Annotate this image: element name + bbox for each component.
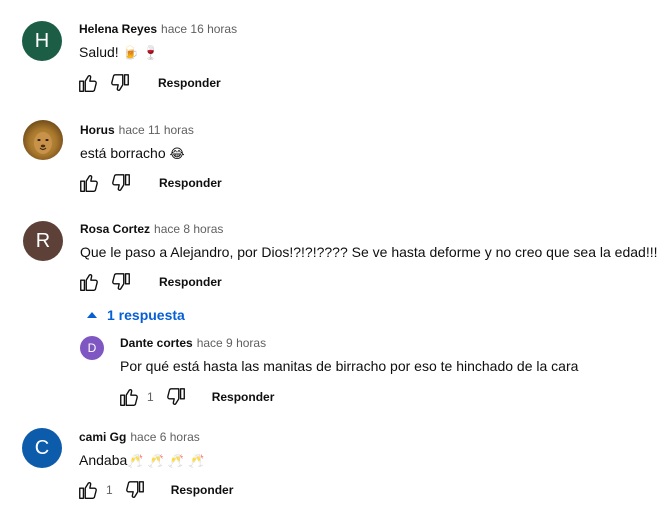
comment-actions: Responder	[76, 71, 221, 95]
like-count: 1	[106, 483, 113, 497]
avatar-letter: H	[34, 29, 50, 52]
reply-header: Dante cortes hace 9 horas	[120, 336, 266, 350]
author-name[interactable]: Horus	[80, 123, 115, 137]
like-button[interactable]	[77, 171, 101, 195]
avatar[interactable]: C	[22, 428, 62, 468]
thumbs-up-icon	[80, 174, 98, 192]
reply-button[interactable]: Responder	[171, 483, 234, 497]
timestamp[interactable]: hace 6 horas	[130, 430, 199, 444]
lion-avatar-icon	[34, 132, 52, 154]
like-button[interactable]	[117, 385, 141, 409]
timestamp[interactable]: hace 11 horas	[119, 123, 194, 137]
dislike-button[interactable]	[164, 385, 188, 409]
like-button[interactable]	[76, 71, 100, 95]
like-count: 1	[147, 390, 154, 404]
comment-text: Que le paso a Alejandro, por Dios!?!?!??…	[80, 244, 658, 260]
thumbs-down-icon	[112, 174, 130, 192]
author-name[interactable]: Rosa Cortez	[80, 222, 150, 236]
thumbs-down-icon	[112, 273, 130, 291]
avatar-letter: D	[87, 341, 97, 355]
dislike-button[interactable]	[108, 71, 132, 95]
dislike-button[interactable]	[109, 270, 133, 294]
comment-header: Rosa Cortez hace 8 horas	[80, 222, 223, 236]
reply-text: Por qué está hasta las manitas de birrac…	[120, 358, 579, 374]
emoji: 🥂 🥂 🥂 🥂	[127, 454, 205, 469]
comment-text: está borracho 😂	[80, 145, 185, 162]
comment-actions: 1 Responder	[76, 478, 233, 502]
comment-actions: Responder	[77, 270, 222, 294]
comment-header: Horus hace 11 horas	[80, 123, 194, 137]
thumbs-up-icon	[79, 481, 97, 499]
comment-text: Salud! 🍺 🍷	[79, 44, 160, 61]
replies-toggle[interactable]: 1 respuesta	[87, 307, 185, 323]
avatar-letter: C	[34, 436, 50, 459]
comment-actions: Responder	[77, 171, 222, 195]
timestamp[interactable]: hace 8 horas	[154, 222, 223, 236]
comment-header: Helena Reyes hace 16 horas	[79, 22, 237, 36]
author-name[interactable]: cami Gg	[79, 430, 126, 444]
avatar[interactable]: H	[22, 21, 62, 61]
reply-button[interactable]: Responder	[159, 176, 222, 190]
reply-button[interactable]: Responder	[212, 390, 275, 404]
avatar[interactable]: R	[23, 221, 63, 261]
like-button[interactable]	[77, 270, 101, 294]
dislike-button[interactable]	[123, 478, 147, 502]
comment-text: Andaba🥂 🥂 🥂 🥂	[79, 452, 205, 469]
thumbs-up-icon	[79, 74, 97, 92]
chevron-up-icon	[87, 312, 97, 318]
timestamp[interactable]: hace 9 horas	[197, 336, 266, 350]
thumbs-down-icon	[125, 481, 144, 499]
like-button[interactable]	[76, 478, 100, 502]
avatar-letter: R	[35, 229, 51, 252]
thumbs-down-icon	[111, 74, 129, 92]
dislike-button[interactable]	[109, 171, 133, 195]
thumbs-down-icon	[166, 388, 185, 406]
comment-header: cami Gg hace 6 horas	[79, 430, 200, 444]
reply-button[interactable]: Responder	[159, 275, 222, 289]
timestamp[interactable]: hace 16 horas	[161, 22, 237, 36]
emoji: 🍺 🍷	[122, 46, 160, 61]
author-name[interactable]: Helena Reyes	[79, 22, 157, 36]
avatar[interactable]	[23, 120, 63, 160]
avatar[interactable]: D	[80, 336, 104, 360]
emoji: 😂	[169, 147, 185, 162]
thumbs-up-icon	[80, 273, 98, 291]
replies-count: 1 respuesta	[107, 307, 185, 323]
reply-button[interactable]: Responder	[158, 76, 221, 90]
thumbs-up-icon	[120, 388, 138, 406]
reply-actions: 1 Responder	[117, 385, 274, 409]
author-name[interactable]: Dante cortes	[120, 336, 193, 350]
